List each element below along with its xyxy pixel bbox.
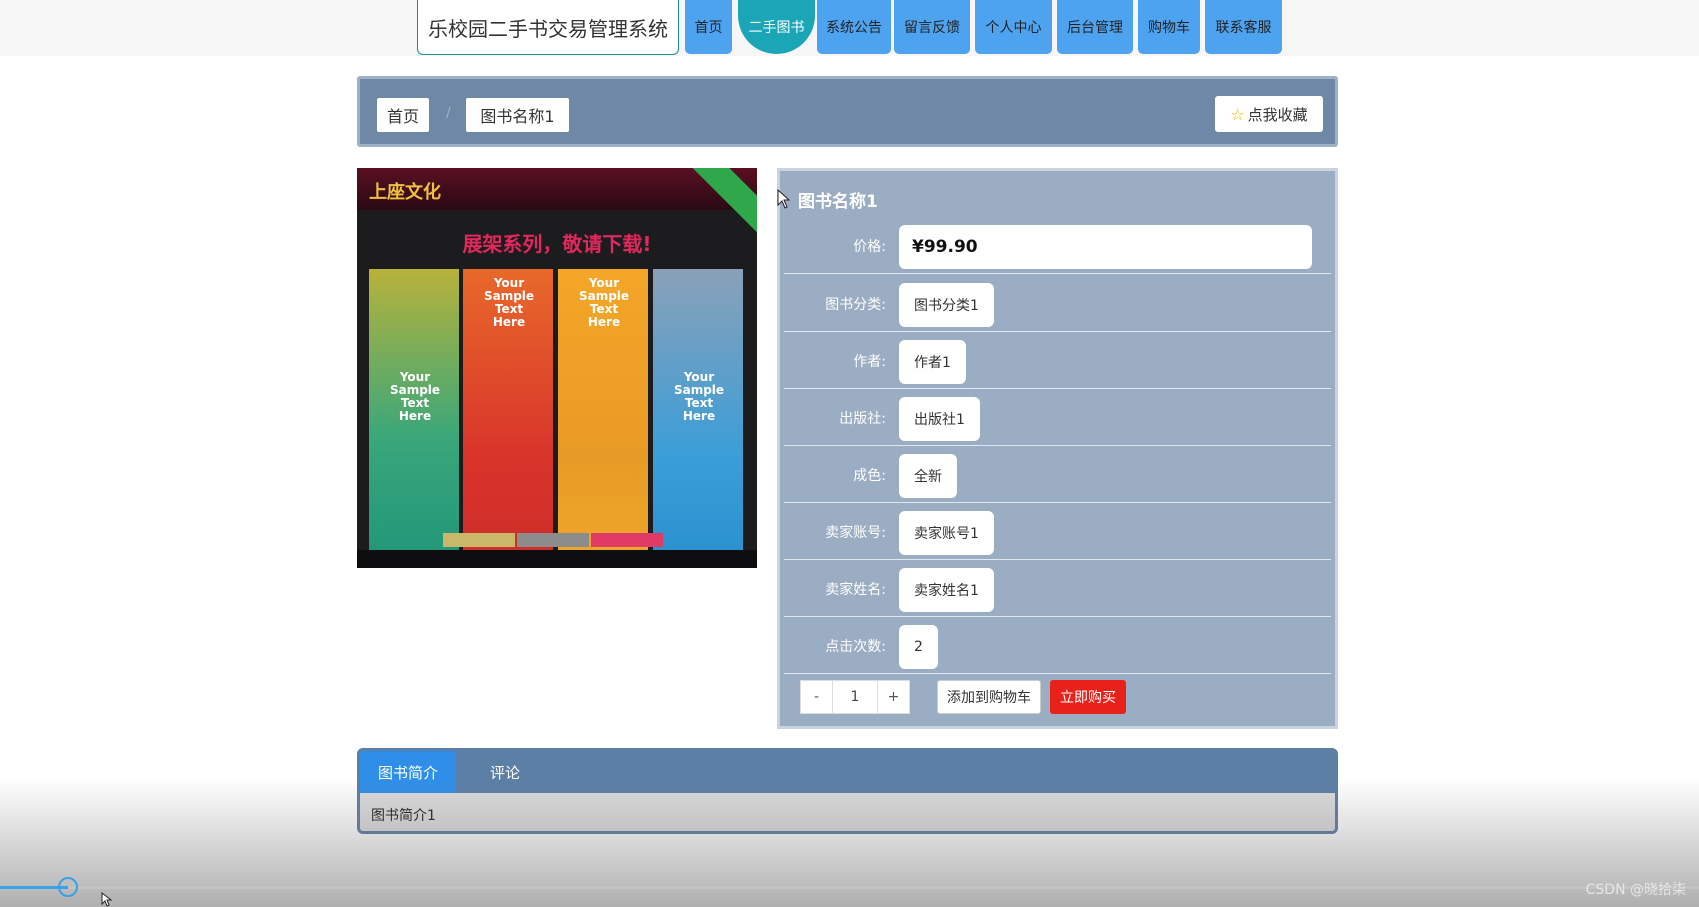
- favorite-label: 点我收藏: [1247, 105, 1308, 124]
- publisher-label: 出版社:: [839, 410, 886, 427]
- poster-panel-text: Your Sample Text Here: [483, 276, 535, 329]
- video-progress-handle[interactable]: [58, 877, 78, 897]
- poster-button-strip: [443, 533, 663, 547]
- detail-row-seller-account: 卖家账号: 卖家账号1: [784, 503, 1331, 560]
- poster-panel-text: Your Sample Text Here: [389, 370, 441, 423]
- video-progress-track[interactable]: [0, 886, 1699, 889]
- quantity-decrease-button[interactable]: -: [800, 680, 833, 714]
- buy-now-button[interactable]: 立即购买: [1050, 680, 1126, 714]
- nav-personal-center[interactable]: 个人中心: [975, 0, 1052, 54]
- nav-cart[interactable]: 购物车: [1138, 0, 1200, 54]
- quantity-stepper: - 1 +: [800, 680, 910, 714]
- watermark: CSDN @晓拾柒: [1585, 882, 1686, 898]
- mouse-cursor-icon: [777, 189, 791, 209]
- poster-headline: 展架系列，敬请下载!: [462, 232, 652, 256]
- quantity-input[interactable]: 1: [833, 680, 877, 714]
- category-value: 图书分类1: [899, 283, 994, 327]
- tab-comments[interactable]: 评论: [456, 751, 554, 793]
- breadcrumb-separator: /: [446, 105, 451, 121]
- detail-row-publisher: 出版社: 出版社1: [784, 389, 1331, 446]
- poster-panel-teal: Your Sample Text Here: [369, 269, 459, 568]
- detail-row-clicks: 点击次数: 2: [784, 617, 1331, 674]
- poster-panel-text: Your Sample Text Here: [673, 370, 725, 423]
- star-icon: ☆: [1230, 104, 1245, 124]
- top-nav-bar: 乐校园二手书交易管理系统 首页 二手图书 系统公告 留言反馈 个人中心 后台管理…: [0, 0, 1699, 56]
- seller-name-label: 卖家姓名:: [825, 581, 886, 598]
- poster-panel-blue: Your Sample Text Here: [653, 269, 743, 568]
- detail-row-price: 价格: ¥99.90: [784, 217, 1331, 274]
- nav-secondhand-books[interactable]: 二手图书: [738, 0, 815, 54]
- breadcrumb-home[interactable]: 首页: [377, 98, 429, 132]
- detail-row-author: 作者: 作者1: [784, 332, 1331, 389]
- quantity-increase-button[interactable]: +: [877, 680, 910, 714]
- nav-feedback[interactable]: 留言反馈: [894, 0, 970, 54]
- publisher-value: 出版社1: [899, 397, 980, 441]
- seller-account-label: 卖家账号:: [825, 524, 886, 541]
- book-title: 图书名称1: [798, 192, 878, 212]
- tab-book-intro[interactable]: 图书简介: [360, 751, 456, 793]
- tabs-header: 图书简介 评论: [360, 751, 1335, 793]
- author-value: 作者1: [899, 340, 966, 384]
- poster-panel-red: Your Sample Text Here: [463, 269, 553, 568]
- breadcrumb-current: 图书名称1: [466, 98, 569, 132]
- condition-label: 成色:: [853, 467, 886, 484]
- category-label: 图书分类:: [825, 296, 886, 313]
- author-label: 作者:: [853, 353, 886, 370]
- poster-footer: [357, 550, 757, 568]
- favorite-button[interactable]: ☆ 点我收藏: [1215, 96, 1323, 132]
- site-title: 乐校园二手书交易管理系统: [417, 0, 679, 55]
- nav-announcements[interactable]: 系统公告: [817, 0, 891, 54]
- nav-admin[interactable]: 后台管理: [1057, 0, 1133, 54]
- poster-panel-text: Your Sample Text Here: [578, 276, 630, 329]
- add-to-cart-button[interactable]: 添加到购物车: [937, 680, 1041, 714]
- poster-logo: 上座文化: [369, 182, 441, 203]
- nav-home[interactable]: 首页: [685, 0, 732, 54]
- tab-content: 图书简介1: [371, 808, 436, 824]
- book-cover-image: 上座文化 展架系列，敬请下载! Your Sample Text Here Yo…: [357, 168, 757, 568]
- detail-row-seller-name: 卖家姓名: 卖家姓名1: [784, 560, 1331, 617]
- price-label: 价格:: [853, 238, 886, 255]
- detail-row-category: 图书分类: 图书分类1: [784, 275, 1331, 332]
- seller-name-value: 卖家姓名1: [899, 568, 994, 612]
- poster-panel-orange: Your Sample Text Here: [558, 269, 648, 568]
- condition-value: 全新: [899, 454, 957, 498]
- clicks-label: 点击次数:: [825, 638, 886, 655]
- breadcrumb: 首页 / 图书名称1 ☆ 点我收藏: [357, 76, 1338, 147]
- seller-account-value: 卖家账号1: [899, 511, 994, 555]
- clicks-value: 2: [899, 625, 938, 669]
- nav-customer-service[interactable]: 联系客服: [1205, 0, 1282, 54]
- detail-row-condition: 成色: 全新: [784, 446, 1331, 503]
- price-value: ¥99.90: [899, 225, 1312, 269]
- book-details-panel: 图书名称1 价格: ¥99.90 图书分类: 图书分类1 作者: 作者1 出版社…: [777, 168, 1338, 729]
- mouse-cursor-icon: [101, 892, 113, 907]
- book-info-tabs: 图书简介 评论 图书简介1: [357, 748, 1338, 834]
